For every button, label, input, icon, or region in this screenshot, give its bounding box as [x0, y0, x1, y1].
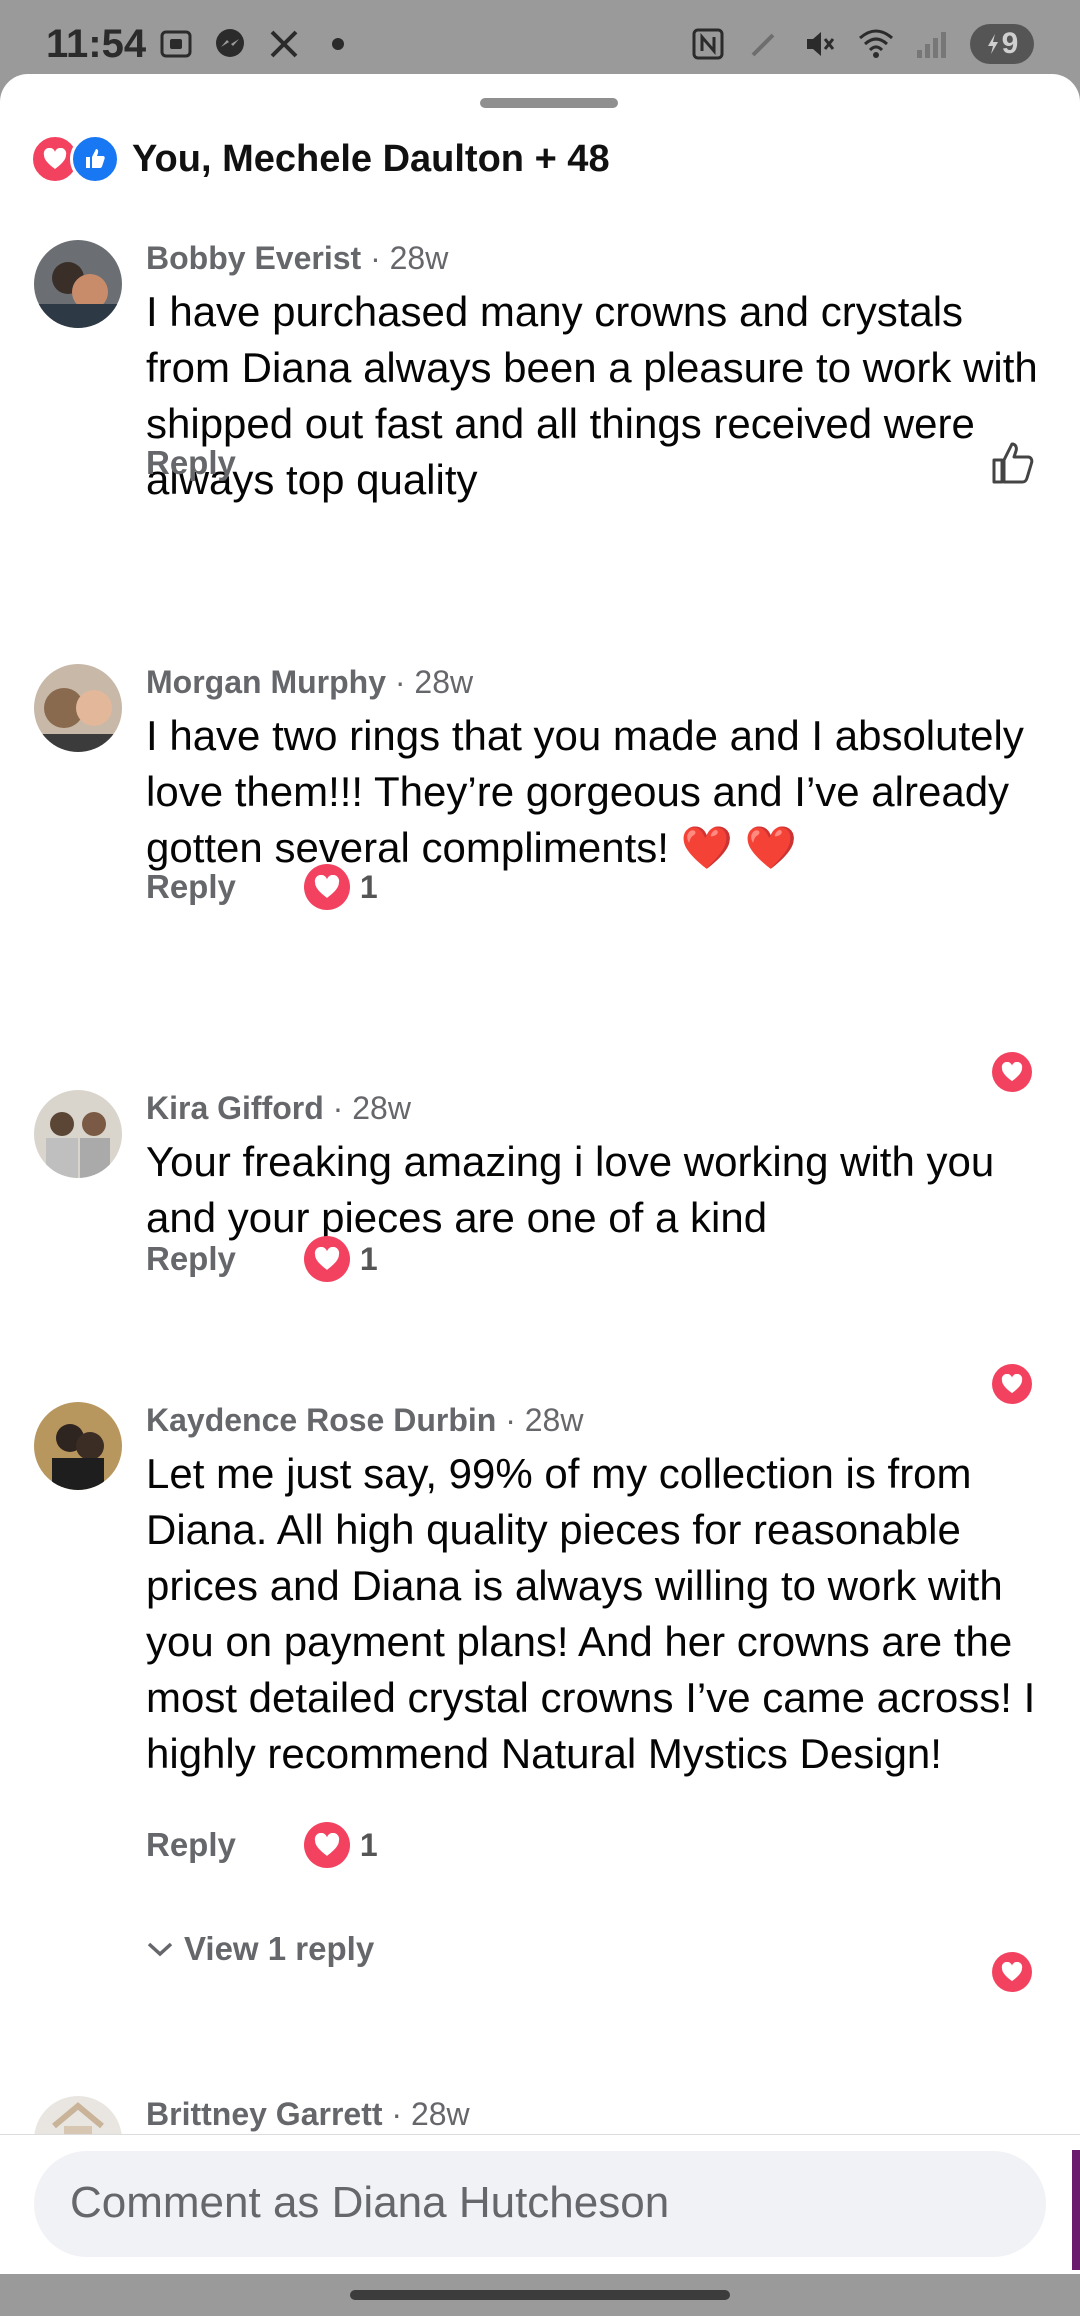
reaction-count-value: 1 — [359, 1826, 378, 1863]
comment-input[interactable] — [68, 2177, 972, 2229]
tools-icon — [266, 26, 302, 62]
comment-header: Brittney Garrett · 28w — [146, 2096, 470, 2133]
like-icon[interactable] — [990, 440, 1036, 491]
reaction-count-value: 1 — [359, 868, 378, 905]
reactions-summary-text: You, Mechele Daulton + 48 — [132, 137, 610, 180]
edge-accent — [1072, 2150, 1080, 2270]
reply-button[interactable]: Reply — [146, 444, 236, 482]
comment-author[interactable]: Bobby Everist — [146, 240, 361, 276]
comment-header: Kaydence Rose Durbin · 28w — [146, 1402, 583, 1439]
navigation-bar — [0, 2274, 1080, 2316]
comment-time: · 28w — [505, 1402, 584, 1438]
comment-composer-bar — [0, 2134, 1080, 2275]
comment-text: Your freaking amazing i love working wit… — [146, 1138, 995, 1241]
comment-header: Morgan Murphy · 28w — [146, 664, 473, 701]
avatar[interactable] — [34, 1402, 122, 1490]
reaction-count[interactable]: 1 — [303, 1822, 378, 1868]
reaction-count[interactable]: 1 — [303, 864, 378, 910]
reply-button[interactable]: Reply — [146, 1240, 236, 1278]
messenger-icon — [212, 26, 248, 62]
comment-time: · 28w — [394, 664, 474, 700]
mute-icon — [802, 26, 838, 62]
loved-icon[interactable] — [992, 1952, 1032, 1992]
battery-level: 9 — [1001, 27, 1019, 60]
like-reaction-icon — [70, 134, 120, 184]
comment-author[interactable]: Kaydence Rose Durbin — [146, 1402, 496, 1438]
comment-composer[interactable] — [34, 2151, 1046, 2257]
comment-header: Kira Gifford · 28w — [146, 1090, 411, 1127]
comment-header: Bobby Everist · 28w — [146, 240, 448, 277]
reaction-count-value: 1 — [359, 1240, 378, 1277]
comment-actions: Reply 1 — [146, 864, 378, 910]
signal-icon — [914, 26, 950, 62]
charging-icon — [987, 34, 998, 54]
nfc-icon — [690, 26, 726, 62]
status-time: 11:54 — [46, 22, 147, 66]
love-reaction-icon — [303, 1822, 350, 1868]
comment-actions: Reply 1 — [146, 1236, 378, 1282]
avatar[interactable] — [34, 240, 122, 328]
battery-indicator: 9 — [970, 24, 1034, 64]
comment-text: Let me just say, 99% of my collection is… — [146, 1450, 1036, 1777]
comment-time: · 28w — [370, 240, 449, 276]
sheet-drag-handle[interactable] — [480, 98, 618, 108]
view-replies-label: View 1 reply — [184, 1930, 375, 1967]
comment-author[interactable]: Brittney Garrett — [146, 2096, 383, 2132]
comment-text: I have two rings that you made and I abs… — [146, 712, 1024, 871]
reply-button[interactable]: Reply — [146, 1826, 236, 1864]
reply-button[interactable]: Reply — [146, 868, 236, 906]
avatar[interactable] — [34, 664, 122, 752]
pen-icon — [746, 26, 782, 62]
dot-icon — [320, 26, 356, 62]
loved-icon[interactable] — [992, 1364, 1032, 1404]
comment-author[interactable]: Morgan Murphy — [146, 664, 386, 700]
comment-actions: Reply — [146, 444, 236, 482]
reaction-count[interactable]: 1 — [303, 1236, 378, 1282]
comment-time: · 28w — [332, 1090, 411, 1126]
view-replies-button[interactable]: View 1 reply — [146, 1930, 374, 1968]
reactions-summary[interactable]: You, Mechele Daulton + 48 — [30, 134, 610, 184]
love-reaction-icon — [303, 864, 350, 910]
love-reaction-icon — [303, 1236, 350, 1282]
chevron-down-icon — [147, 1942, 173, 1957]
comment-actions: Reply 1 — [146, 1822, 378, 1868]
comments-sheet: You, Mechele Daulton + 48 Bobby Everist … — [0, 74, 1080, 2274]
wifi-icon — [858, 26, 894, 62]
screenshot-icon — [158, 26, 194, 62]
comment-author[interactable]: Kira Gifford — [146, 1090, 324, 1126]
home-gesture-handle[interactable] — [350, 2290, 730, 2300]
comment-text: I have purchased many crowns and crystal… — [146, 288, 1038, 503]
avatar[interactable] — [34, 1090, 122, 1178]
loved-icon[interactable] — [992, 1052, 1032, 1092]
comment-time: · 28w — [391, 2096, 470, 2132]
